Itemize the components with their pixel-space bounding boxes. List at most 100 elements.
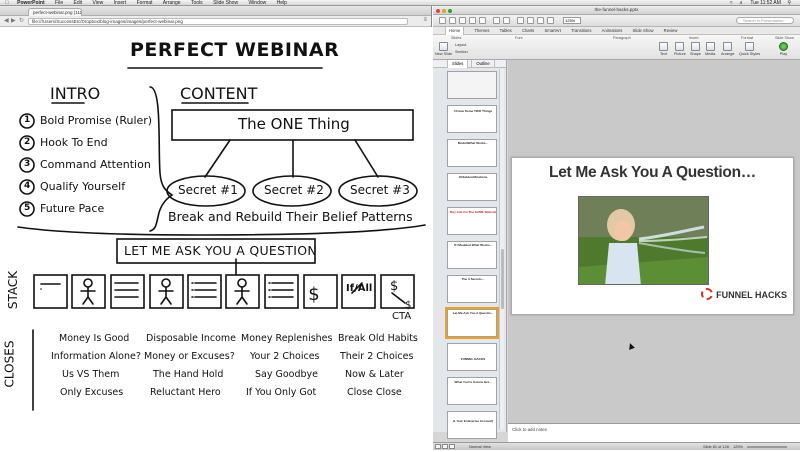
zoom-window-icon[interactable] <box>448 9 452 13</box>
close-window-icon[interactable] <box>436 9 440 13</box>
media-button[interactable]: Media <box>705 42 715 56</box>
undo-icon[interactable] <box>493 17 500 24</box>
slide-photo[interactable] <box>578 196 709 285</box>
tab-tables[interactable]: Tables <box>500 27 512 35</box>
slide-thumbnail-selected[interactable]: Let Me Ask You A Questio... <box>433 307 507 341</box>
section-divider <box>17 224 426 236</box>
question-text: LET ME ASK YOU A QUESTION <box>124 243 318 258</box>
shape-button[interactable]: Shape <box>690 42 701 56</box>
slide-thumbnail[interactable]: (1 Year Enterprise Account) <box>433 410 507 443</box>
tab-animations[interactable]: Animations <box>602 27 623 35</box>
new-icon[interactable] <box>439 17 446 24</box>
address-bar-row: ◀ ▶ ↻ file:///Users/SuccessEtc/Dropbox/b… <box>0 16 431 27</box>
slide-thumbnail[interactable]: The 3 Secrets... <box>433 274 507 307</box>
quick-styles-button[interactable]: Quick Styles <box>739 42 760 56</box>
tab-slideshow[interactable]: Slide Show <box>633 27 654 35</box>
thumb-image: Let Me Ask You A Questio... <box>445 307 499 339</box>
layout-button[interactable]: Layout <box>455 43 466 47</box>
ribbon: Slides Font Paragraph Insert Format Slid… <box>433 35 800 60</box>
slide-title[interactable]: Let Me Ask You A Question… <box>512 164 793 182</box>
stick-figure-icon <box>158 278 174 305</box>
thumb-text: (1 Year Enterprise Account) <box>452 420 494 423</box>
save-icon[interactable] <box>469 17 476 24</box>
thumb-image: Model/What Works... <box>447 139 497 167</box>
zoom-select[interactable]: 125% <box>563 17 581 24</box>
document-title: the-funnel-hacks.pptx <box>594 7 639 12</box>
slide-sidebar: Slides Outline I Know Some TWO Things Mod… <box>433 60 507 439</box>
slide-thumbnail[interactable]: Buy Ads On The SAME Websites! <box>433 206 507 239</box>
notes-pane[interactable]: Click to add notes <box>508 423 800 442</box>
minimize-window-icon[interactable] <box>442 9 446 13</box>
reload-icon[interactable]: ↻ <box>19 18 24 25</box>
slide-thumbnail[interactable]: JObsIdentifications <box>433 172 507 205</box>
format-icon[interactable] <box>517 17 524 24</box>
text-label: Text <box>660 52 667 56</box>
child-face <box>614 221 632 241</box>
shape-icon <box>690 42 700 51</box>
thumb-text: Model/What Works... <box>457 142 489 145</box>
slide-thumbnail[interactable]: FUNNEL HACKS <box>433 342 507 375</box>
status-bar: Normal View Slide 81 of 128 125% <box>433 442 800 450</box>
zoom-slider[interactable] <box>747 446 787 448</box>
close-item: Money Is Good <box>59 333 130 344</box>
text-box-icon <box>659 42 668 51</box>
slide-sorter-icon[interactable] <box>442 444 448 449</box>
search-input[interactable]: Search in Presentation <box>736 17 794 24</box>
slide-thumbnail[interactable]: What You're Gonna Get... <box>433 376 507 409</box>
media-icon[interactable] <box>547 17 554 24</box>
secret-connectors <box>204 139 379 178</box>
slideshow-view-icon[interactable] <box>449 444 455 449</box>
closes-label: CLOSES <box>2 340 17 388</box>
insert-chart-icon[interactable] <box>537 17 544 24</box>
open-icon[interactable] <box>459 17 466 24</box>
thumb-text: FUNNEL HACKS <box>460 358 486 361</box>
standard-toolbar: 125% Search in Presentation <box>433 15 800 27</box>
insert-table-icon[interactable] <box>527 17 534 24</box>
sidebar-scrollbar[interactable] <box>499 69 504 429</box>
tab-outline[interactable]: Outline <box>471 60 495 68</box>
tab-charts[interactable]: Charts <box>522 27 534 35</box>
tab-transitions[interactable]: Transitions <box>571 27 591 35</box>
picture-icon <box>675 42 685 51</box>
current-slide[interactable]: Let Me Ask You A Question… FUNNEL HACKS <box>511 157 794 315</box>
slide-thumbnail[interactable]: If I Modeled What Works... <box>433 240 507 273</box>
browser-menu-icon[interactable]: ≡ <box>423 17 427 23</box>
url-input[interactable]: file:///Users/SuccessEtc/Dropbox/blog-im… <box>28 18 408 25</box>
print-icon[interactable] <box>479 17 486 24</box>
arrange-button[interactable]: Arrange <box>721 42 735 56</box>
slide-thumbnail[interactable] <box>433 70 507 103</box>
quick-styles-icon <box>745 42 755 51</box>
tab-smartart[interactable]: SmartArt <box>544 27 561 35</box>
tab-slides[interactable]: Slides <box>447 60 469 68</box>
browser-tab[interactable]: perfect-webinar.png (111... <box>28 8 82 16</box>
close-item: If You Only Got <box>246 387 317 398</box>
tab-themes[interactable]: Themes <box>474 27 489 35</box>
picture-button[interactable]: Picture <box>674 42 686 56</box>
belief-text: Break and Rebuild Their Belief Patterns <box>168 209 413 224</box>
cursor-icon <box>627 342 635 350</box>
text-button[interactable]: Text <box>659 42 668 56</box>
tab-review[interactable]: Review <box>664 27 678 35</box>
new-slide-button[interactable]: New Slide <box>435 42 452 56</box>
slide-thumbnail[interactable]: I Know Some TWO Things <box>433 104 507 137</box>
slide-thumbnail[interactable]: Model/What Works... <box>433 138 507 171</box>
normal-view-icon[interactable] <box>435 444 441 449</box>
funnel-hacks-logo: FUNNEL HACKS <box>701 288 787 300</box>
child-shirt <box>605 243 641 284</box>
play-label: Play <box>779 52 788 56</box>
close-item: Break Old Habits <box>338 333 418 344</box>
forward-icon[interactable]: ▶ <box>11 18 16 25</box>
whiteboard-image: $ $ $ PERFECT WEBINAR INTRO CONTENT 1 2 … <box>0 27 432 450</box>
dollar-icon: $ <box>405 300 411 311</box>
section-button[interactable]: Section <box>455 50 468 54</box>
slide-editor: Let Me Ask You A Question… FUNNEL HACKS <box>508 60 800 423</box>
scroll-thumb[interactable] <box>501 249 504 309</box>
notes-placeholder: Click to add notes <box>512 427 547 432</box>
redo-icon[interactable] <box>503 17 510 24</box>
tab-home[interactable]: Home <box>445 27 465 35</box>
templates-icon[interactable] <box>449 17 456 24</box>
back-icon[interactable]: ◀ <box>4 18 9 25</box>
stick-figure-icon <box>234 278 250 305</box>
thumb-text: JObsIdentifications <box>458 176 488 179</box>
play-button[interactable]: Play <box>779 42 788 56</box>
